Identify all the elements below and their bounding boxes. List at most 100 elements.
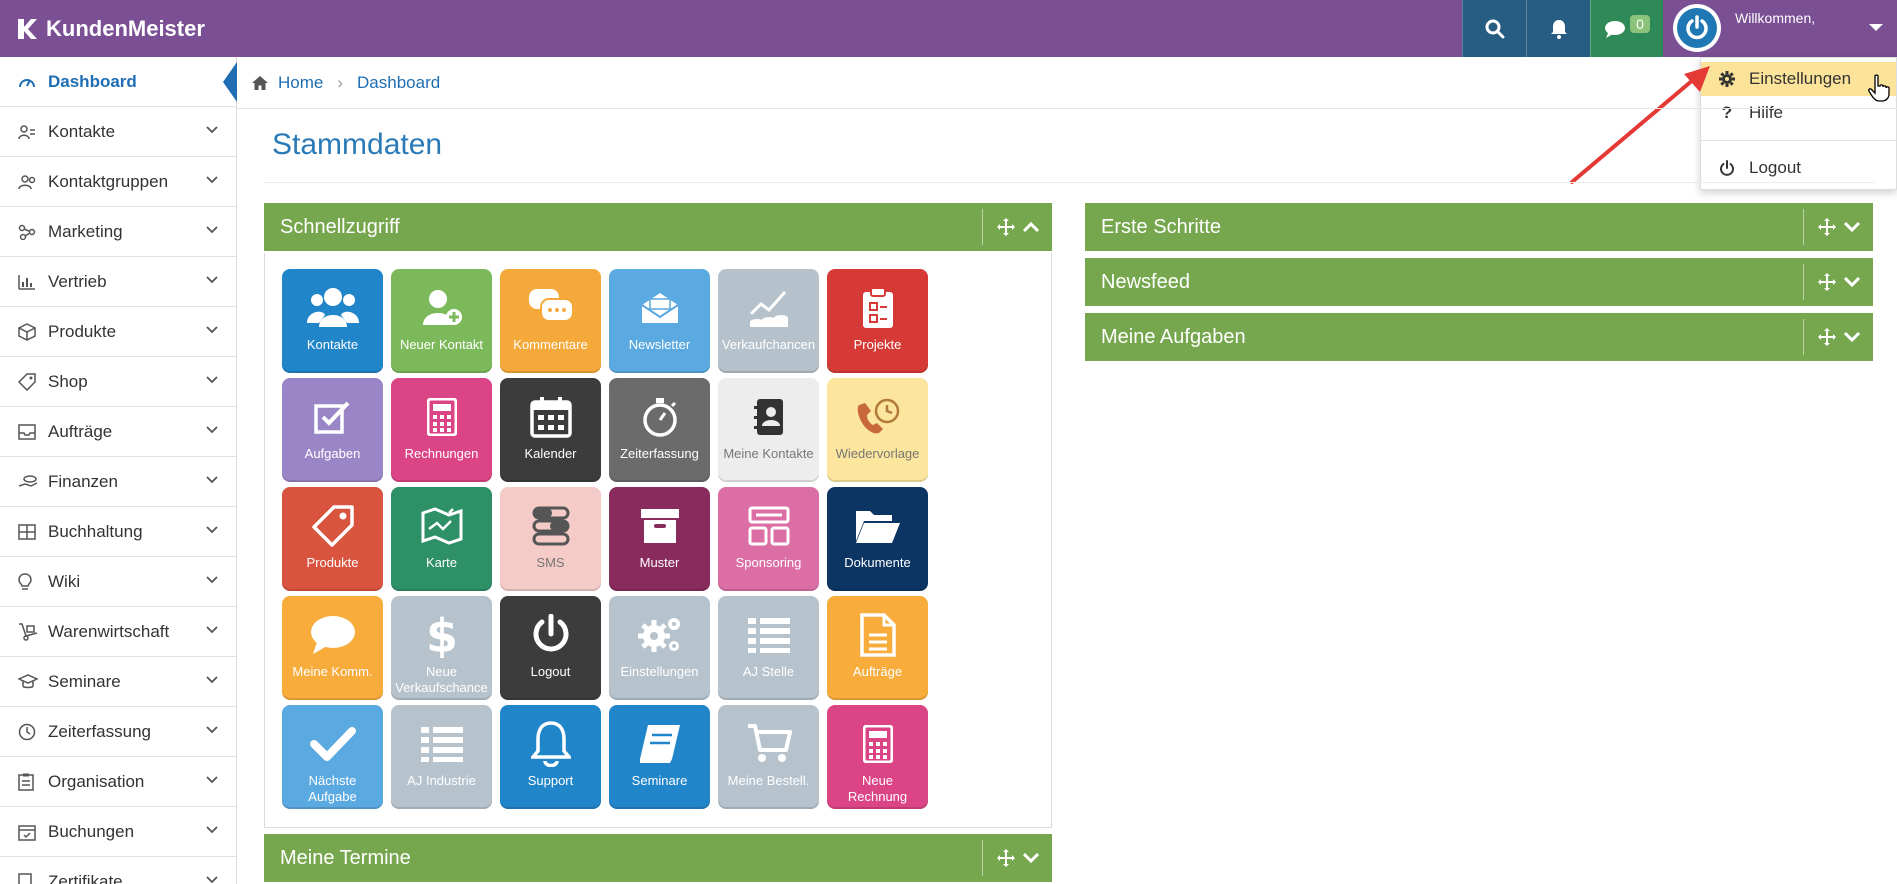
quick-tile-aj-stelle[interactable]: AJ Stelle	[718, 596, 819, 700]
gear-icon	[1719, 71, 1735, 87]
add-user-icon	[421, 279, 463, 337]
menu-item-hilfe[interactable]: ? Hilfe	[1701, 96, 1896, 130]
panel-meine-termine-header[interactable]: Meine Termine	[264, 834, 1052, 882]
checkmark-icon	[309, 715, 356, 773]
quick-tile-produkte[interactable]: Produkte	[282, 487, 383, 591]
panel-schnellzugriff-header[interactable]: Schnellzugriff	[264, 203, 1052, 251]
bell-icon	[530, 715, 571, 773]
quick-tile-dokumente[interactable]: Dokumente	[827, 487, 928, 591]
quick-tile-verkaufchancen[interactable]: Verkaufchancen	[718, 269, 819, 373]
quick-tile-neue-verkaufschance[interactable]: $ Neue Verkaufschance	[391, 596, 492, 700]
layout-icon	[748, 497, 790, 555]
sidebar-item-vertrieb[interactable]: Vertrieb	[0, 257, 236, 307]
panel-erste-schritte-header[interactable]: Erste Schritte	[1085, 203, 1873, 251]
menu-item-logout[interactable]: Logout	[1701, 151, 1896, 185]
calculator-icon	[426, 388, 457, 446]
lightbulb-icon	[18, 572, 40, 591]
tile-label: Einstellungen	[620, 664, 699, 679]
sidebar-item-produkte[interactable]: Produkte	[0, 307, 236, 357]
chevron-down-icon	[206, 876, 218, 884]
sidebar-item-zertifikate[interactable]: Zertifikate	[0, 857, 236, 884]
sidebar: Dashboard Kontakte Kontaktgruppen Market…	[0, 57, 237, 884]
chevron-down-icon[interactable]	[1843, 222, 1860, 232]
quick-tile-karte[interactable]: Karte	[391, 487, 492, 591]
phone-clock-icon	[855, 388, 901, 446]
quick-tile-kalender[interactable]: Kalender	[500, 378, 601, 482]
sidebar-item-warenwirtschaft[interactable]: Warenwirtschaft	[0, 607, 236, 657]
tile-label: Aufträge	[852, 664, 903, 679]
quick-tile-wiedervorlage[interactable]: Wiedervorlage	[827, 378, 928, 482]
user-menu-toggle[interactable]: Willkommen,	[1663, 0, 1897, 57]
menu-divider	[1701, 140, 1896, 141]
move-icon[interactable]	[996, 218, 1015, 236]
caret-down-icon	[1869, 24, 1883, 31]
quick-tile-projekte[interactable]: Projekte	[827, 269, 928, 373]
quick-tile-aj-industrie[interactable]: AJ Industrie	[391, 705, 492, 809]
quick-tile-aufgaben[interactable]: Aufgaben	[282, 378, 383, 482]
quick-tile-neue-rechnung[interactable]: Neue Rechnung	[827, 705, 928, 809]
quick-tile-zeiterfassung[interactable]: Zeiterfassung	[609, 378, 710, 482]
tile-label: Neue Verkaufschance	[395, 664, 488, 695]
sidebar-item-auftraege[interactable]: Aufträge	[0, 407, 236, 457]
quick-tile-rechnungen[interactable]: Rechnungen	[391, 378, 492, 482]
chevron-down-icon[interactable]	[1843, 332, 1860, 342]
bell-icon	[1550, 19, 1567, 39]
sidebar-item-dashboard[interactable]: Dashboard	[0, 57, 237, 107]
power-icon	[1720, 160, 1734, 176]
search-button[interactable]	[1462, 0, 1526, 57]
quick-tile-logout[interactable]: Logout	[500, 596, 601, 700]
title-divider	[264, 182, 1874, 183]
move-icon[interactable]	[1817, 218, 1836, 236]
quick-tile-muster[interactable]: Muster	[609, 487, 710, 591]
quick-tile-meine-komm-[interactable]: Meine Komm.	[282, 596, 383, 700]
move-icon[interactable]	[1817, 328, 1836, 346]
quick-tile-neuer-kontakt[interactable]: Neuer Kontakt	[391, 269, 492, 373]
tile-label: Support	[527, 773, 574, 788]
tile-label: Sponsoring	[735, 555, 802, 570]
menu-item-einstellungen[interactable]: Einstellungen	[1701, 62, 1896, 96]
move-icon[interactable]	[1817, 273, 1836, 291]
sidebar-item-zeiterfassung[interactable]: Zeiterfassung	[0, 707, 236, 757]
panel-newsfeed-header[interactable]: Newsfeed	[1085, 258, 1873, 306]
move-icon[interactable]	[996, 849, 1015, 867]
panel-meine-aufgaben-header[interactable]: Meine Aufgaben	[1085, 313, 1873, 361]
quick-tile-kommentare[interactable]: Kommentare	[500, 269, 601, 373]
sidebar-item-wiki[interactable]: Wiki	[0, 557, 236, 607]
folder-open-icon	[854, 497, 902, 555]
breadcrumb-current[interactable]: Dashboard	[357, 73, 440, 93]
quick-tile-sms[interactable]: SMS	[500, 487, 601, 591]
sidebar-item-kontakte[interactable]: Kontakte	[0, 107, 236, 157]
chevron-up-icon[interactable]	[1022, 222, 1039, 232]
notifications-button[interactable]	[1526, 0, 1590, 57]
coins-hand-icon	[18, 474, 40, 490]
welcome-text: Willkommen,	[1735, 10, 1816, 26]
sidebar-item-buchungen[interactable]: Buchungen	[0, 807, 236, 857]
quick-tile-nächste-aufgabe[interactable]: Nächste Aufgabe	[282, 705, 383, 809]
quick-tile-sponsoring[interactable]: Sponsoring	[718, 487, 819, 591]
messages-button[interactable]: 0	[1590, 0, 1663, 57]
sidebar-item-organisation[interactable]: Organisation	[0, 757, 236, 807]
quick-tile-newsletter[interactable]: Newsletter	[609, 269, 710, 373]
app-logo[interactable]: KundenMeister	[16, 16, 205, 42]
breadcrumb-home-link[interactable]: Home	[278, 73, 323, 93]
bar-chart-icon	[18, 274, 40, 290]
sidebar-item-marketing[interactable]: Marketing	[0, 207, 236, 257]
sidebar-item-kontaktgruppen[interactable]: Kontaktgruppen	[0, 157, 236, 207]
quick-tile-aufträge[interactable]: Aufträge	[827, 596, 928, 700]
sidebar-item-buchhaltung[interactable]: Buchhaltung	[0, 507, 236, 557]
quick-tile-meine-kontakte[interactable]: Meine Kontakte	[718, 378, 819, 482]
quick-tile-meine-bestell-[interactable]: Meine Bestell.	[718, 705, 819, 809]
quick-tile-support[interactable]: Support	[500, 705, 601, 809]
quick-tile-seminare[interactable]: Seminare	[609, 705, 710, 809]
chevron-down-icon[interactable]	[1022, 853, 1039, 863]
tile-label: SMS	[536, 555, 565, 570]
sidebar-item-shop[interactable]: Shop	[0, 357, 236, 407]
sidebar-item-seminare[interactable]: Seminare	[0, 657, 236, 707]
sidebar-item-finanzen[interactable]: Finanzen	[0, 457, 236, 507]
quick-tile-einstellungen[interactable]: Einstellungen	[609, 596, 710, 700]
chevron-down-icon	[206, 676, 218, 684]
quick-tile-kontakte[interactable]: Kontakte	[282, 269, 383, 373]
chevron-down-icon[interactable]	[1843, 277, 1860, 287]
dolly-icon	[18, 622, 40, 641]
logo-k-icon	[18, 19, 37, 39]
